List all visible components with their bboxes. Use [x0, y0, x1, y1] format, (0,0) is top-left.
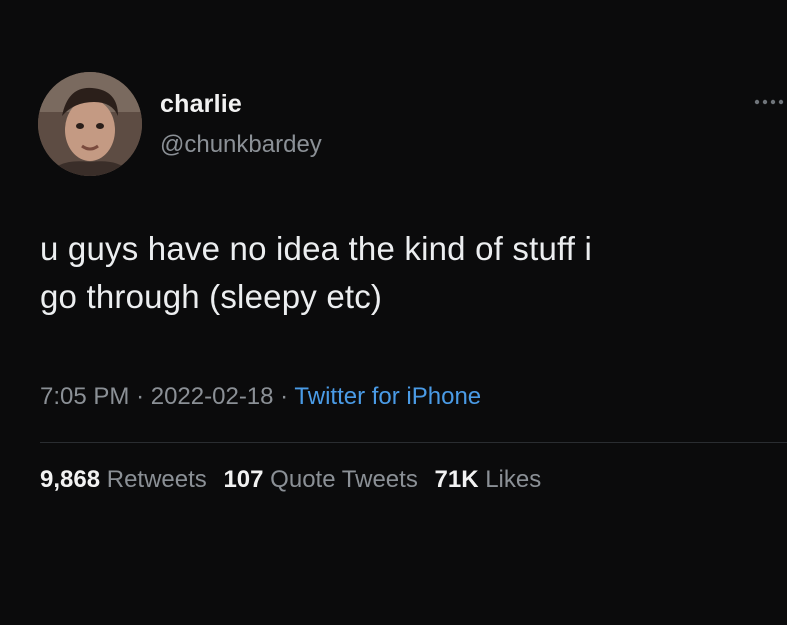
likes-stat[interactable]: 71K Likes: [435, 466, 542, 493]
meta-separator: ·: [280, 383, 289, 410]
tweet-time[interactable]: 7:05 PM: [40, 383, 129, 410]
avatar-photo: [38, 72, 142, 176]
tweet-meta: 7:05 PM · 2022-02-18 · Twitter for iPhon…: [40, 383, 481, 411]
display-name[interactable]: charlie: [160, 90, 242, 119]
meta-separator: ·: [136, 383, 145, 410]
more-horizontal-icon[interactable]: [752, 97, 784, 107]
quote-tweets-stat[interactable]: 107 Quote Tweets: [223, 466, 424, 493]
likes-label: Likes: [485, 466, 542, 493]
quote-tweets-label: Quote Tweets: [270, 466, 418, 493]
tweet-date[interactable]: 2022-02-18: [151, 383, 274, 410]
user-handle[interactable]: @chunkbardey: [160, 131, 322, 159]
quote-tweets-count: 107: [223, 466, 264, 493]
avatar[interactable]: [38, 72, 142, 176]
tweet-text-line: go through (sleepy etc): [40, 278, 383, 315]
divider: [40, 442, 787, 443]
retweets-stat[interactable]: 9,868 Retweets: [40, 466, 213, 493]
likes-count: 71K: [434, 466, 479, 493]
tweet-source-link[interactable]: Twitter for iPhone: [294, 383, 481, 410]
tweet-stats: 9,868 Retweets 107 Quote Tweets 71K Like…: [40, 466, 551, 494]
retweets-count: 9,868: [40, 466, 101, 493]
tweet-card: charlie @chunkbardey u guys have no idea…: [0, 0, 787, 625]
retweets-label: Retweets: [106, 466, 207, 493]
tweet-text: u guys have no idea the kind of stuff i …: [40, 225, 760, 321]
tweet-text-line: u guys have no idea the kind of stuff i: [40, 230, 593, 267]
